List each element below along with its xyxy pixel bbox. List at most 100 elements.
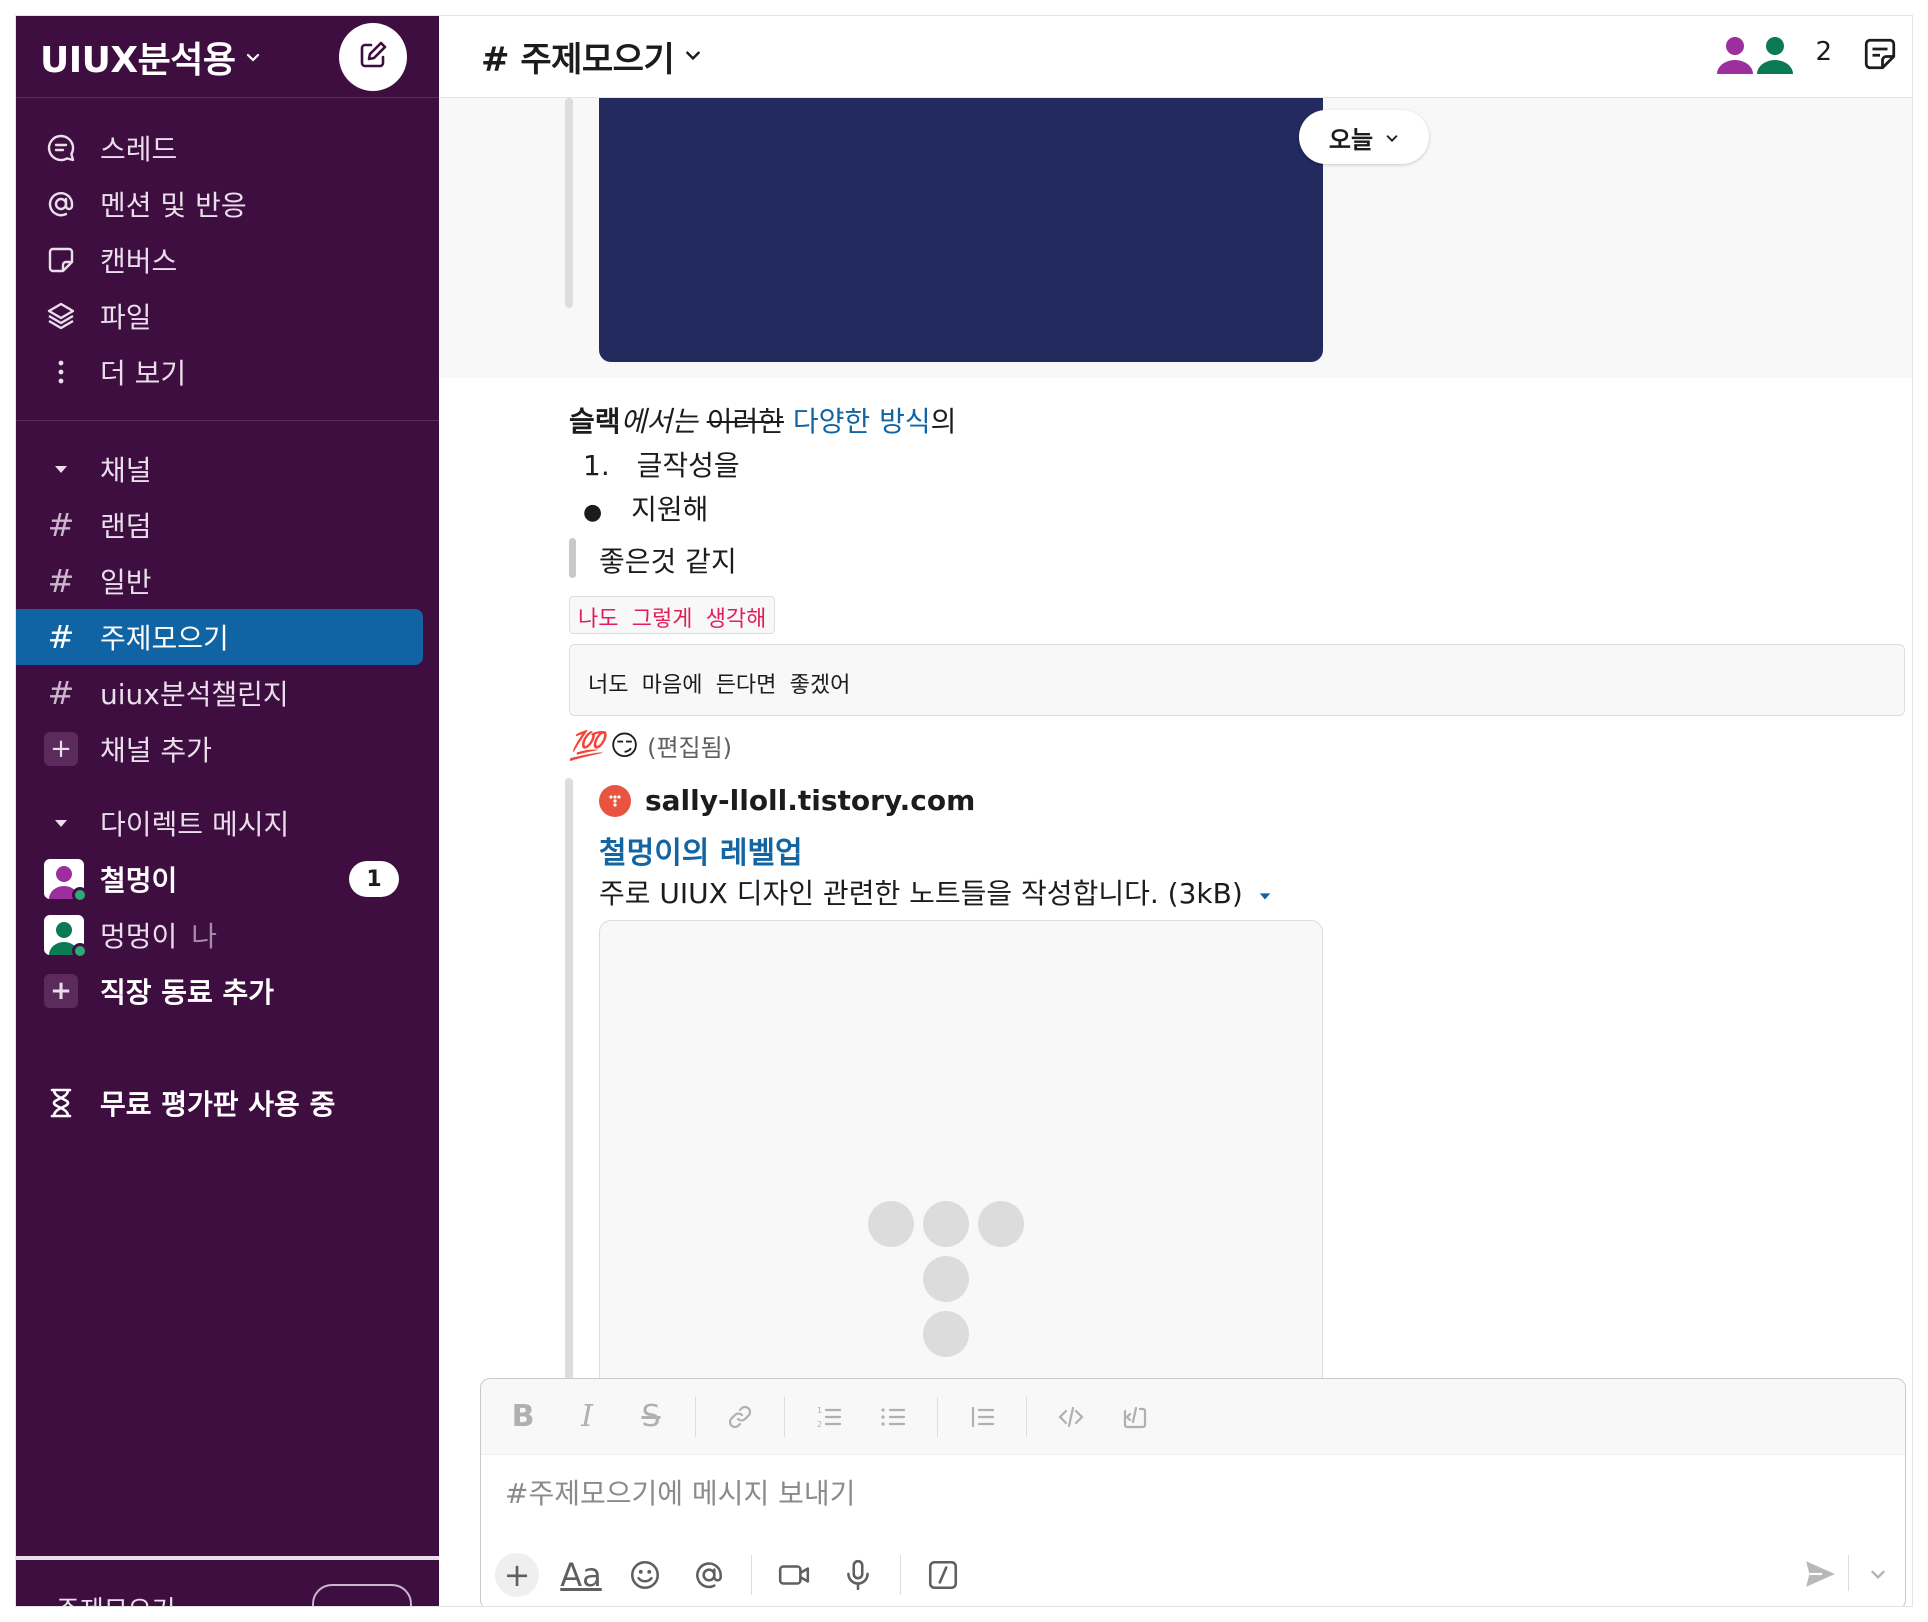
member-count: 2 [1815, 37, 1832, 67]
svg-text:2: 2 [817, 1420, 822, 1429]
caret-down-icon[interactable] [44, 461, 78, 477]
bullet-list-icon[interactable] [873, 1397, 913, 1437]
italic-text: 에서는 [620, 405, 698, 438]
members-button[interactable]: 2 [1713, 30, 1832, 74]
huddle-toggle[interactable] [312, 1584, 412, 1606]
sidebar-item-channel-general[interactable]: # 일반 [16, 553, 439, 609]
tistory-favicon-icon [599, 784, 631, 817]
blockquote-icon[interactable] [962, 1397, 1002, 1437]
mention-icon[interactable] [687, 1553, 731, 1597]
unfurl-bar [565, 778, 573, 1458]
inline-code: 나도 그렇게 생각해 [569, 596, 776, 634]
chevron-down-icon[interactable] [245, 49, 261, 65]
date-divider-button[interactable]: 오늘 [1299, 110, 1429, 164]
inline-link[interactable]: 다양한 방식 [793, 405, 931, 438]
bold-text: 슬랙 [569, 405, 621, 438]
add-coworker-label: 직장 동료 추가 [100, 976, 275, 1009]
bullet-glyph: ● [583, 500, 603, 525]
member-avatar [1713, 30, 1758, 74]
logo-dot [923, 1311, 969, 1357]
date-label: 오늘 [1328, 125, 1374, 154]
workspace-header[interactable]: UIUX분석용 [16, 16, 439, 98]
logo-dot [868, 1201, 914, 1247]
sidebar-item-label: 더 보기 [100, 357, 187, 390]
send-icon[interactable] [1803, 1557, 1837, 1595]
caret-down-icon[interactable] [1258, 877, 1272, 910]
trial-label: 무료 평가판 사용 중 [100, 1088, 336, 1121]
channel-label: 랜덤 [100, 510, 152, 543]
workspace-name[interactable]: UIUX분석용 [40, 31, 236, 83]
sidebar-item-more[interactable]: 더 보기 [16, 344, 439, 400]
sidebar-item-mentions[interactable]: 멘션 및 반응 [16, 176, 439, 232]
online-status-icon [72, 887, 88, 903]
toolbar-divider [751, 1555, 752, 1595]
slash-command-icon[interactable] [921, 1553, 965, 1597]
trial-status[interactable]: 무료 평가판 사용 중 [16, 1075, 439, 1131]
italic-button[interactable]: I [567, 1397, 607, 1437]
sidebar-item-canvases[interactable]: 캔버스 [16, 232, 439, 288]
sidebar-item-threads[interactable]: 스레드 [16, 120, 439, 176]
dm-header[interactable]: 다이렉트 메시지 [16, 795, 439, 851]
message-composer: B I S 12 #주제모으기에 메시지 보내기 + Aa [480, 1378, 1906, 1606]
dm-section: 다이렉트 메시지 철멍이 1 멍멍이 나 + 직장 동료 추가 [16, 777, 439, 1019]
microphone-icon[interactable] [836, 1553, 880, 1597]
sidebar-item-files[interactable]: 파일 [16, 288, 439, 344]
member-avatar [1753, 30, 1798, 74]
add-coworker-button[interactable]: + 직장 동료 추가 [16, 963, 439, 1019]
link-icon[interactable] [720, 1397, 760, 1437]
ordered-list-icon[interactable]: 12 [809, 1397, 849, 1437]
code-icon[interactable] [1051, 1397, 1091, 1437]
sidebar-item-label: 멘션 및 반응 [100, 189, 247, 222]
channel-title[interactable]: # 주제모으기 [481, 32, 675, 81]
chevron-down-icon[interactable] [684, 46, 702, 68]
dm-label: 멍멍이 [100, 920, 178, 953]
canvas-icon [44, 243, 78, 277]
strikethrough-button[interactable]: S [631, 1397, 671, 1437]
formatting-toolbar: B I S 12 [481, 1379, 1905, 1455]
formatting-toggle-button[interactable]: Aa [559, 1553, 603, 1597]
emoji-icon[interactable] [623, 1553, 667, 1597]
list-text: 글작성을 [636, 449, 740, 482]
bold-button[interactable]: B [503, 1397, 543, 1437]
threads-icon [44, 131, 78, 165]
toolbar-divider [695, 1396, 696, 1437]
dm-header-label: 다이렉트 메시지 [100, 808, 290, 841]
compose-button[interactable] [339, 23, 407, 91]
toolbar-divider [784, 1396, 785, 1437]
unfurl-description: 주로 UIUX 디자인 관련한 노트들을 작성합니다. (3kB) [599, 872, 1272, 912]
video-icon[interactable] [772, 1553, 816, 1597]
add-channel-button[interactable]: + 채널 추가 [16, 721, 439, 777]
unfurl-site[interactable]: sally-lloll.tistory.com [599, 784, 975, 817]
ordered-list-item: 1. 글작성을 [583, 444, 740, 484]
sidebar-item-dm-self[interactable]: 멍멍이 나 [16, 907, 439, 963]
hundred-points-emoji: 💯 [569, 729, 604, 762]
attach-plus-button[interactable]: + [495, 1553, 539, 1597]
online-status-icon [72, 943, 88, 959]
unfurl-title-link[interactable]: 철멍이의 레벨업 [599, 828, 803, 872]
toolbar-divider [900, 1555, 901, 1595]
sidebar-item-label: 파일 [100, 301, 152, 334]
sidebar-nav: 스레드 멘션 및 반응 캔버스 파일 더 보기 [16, 98, 439, 421]
mention-icon [44, 187, 78, 221]
channels-header[interactable]: 채널 [16, 441, 439, 497]
caret-down-icon[interactable] [44, 815, 78, 831]
message-input[interactable]: #주제모으기에 메시지 보내기 [481, 1455, 1905, 1529]
toolbar-divider [1848, 1555, 1849, 1591]
hash-icon: # [47, 506, 75, 544]
sidebar-item-channel-topics[interactable]: # 주제모으기 [16, 609, 423, 665]
image-attachment[interactable]: 오늘 [599, 98, 1429, 362]
channel-canvas-icon[interactable] [1860, 34, 1900, 78]
sidebar-item-channel-random[interactable]: # 랜덤 [16, 497, 439, 553]
unfurl-preview-image[interactable] [599, 920, 1323, 1420]
plain-text: 의 [930, 405, 957, 438]
chevron-down-icon[interactable] [1869, 1565, 1887, 1587]
avatar [44, 915, 88, 959]
hash-icon: # [47, 674, 75, 712]
chevron-down-icon [1385, 123, 1399, 151]
toolbar-divider [937, 1396, 938, 1437]
sidebar-item-channel-uiux-challenge[interactable]: # uiux분석챌린지 [16, 665, 439, 721]
code-block-icon[interactable] [1115, 1397, 1155, 1437]
logo-dot [923, 1201, 969, 1247]
sidebar-item-dm-1[interactable]: 철멍이 1 [16, 851, 439, 907]
edited-label: (편집됨) [647, 734, 733, 762]
